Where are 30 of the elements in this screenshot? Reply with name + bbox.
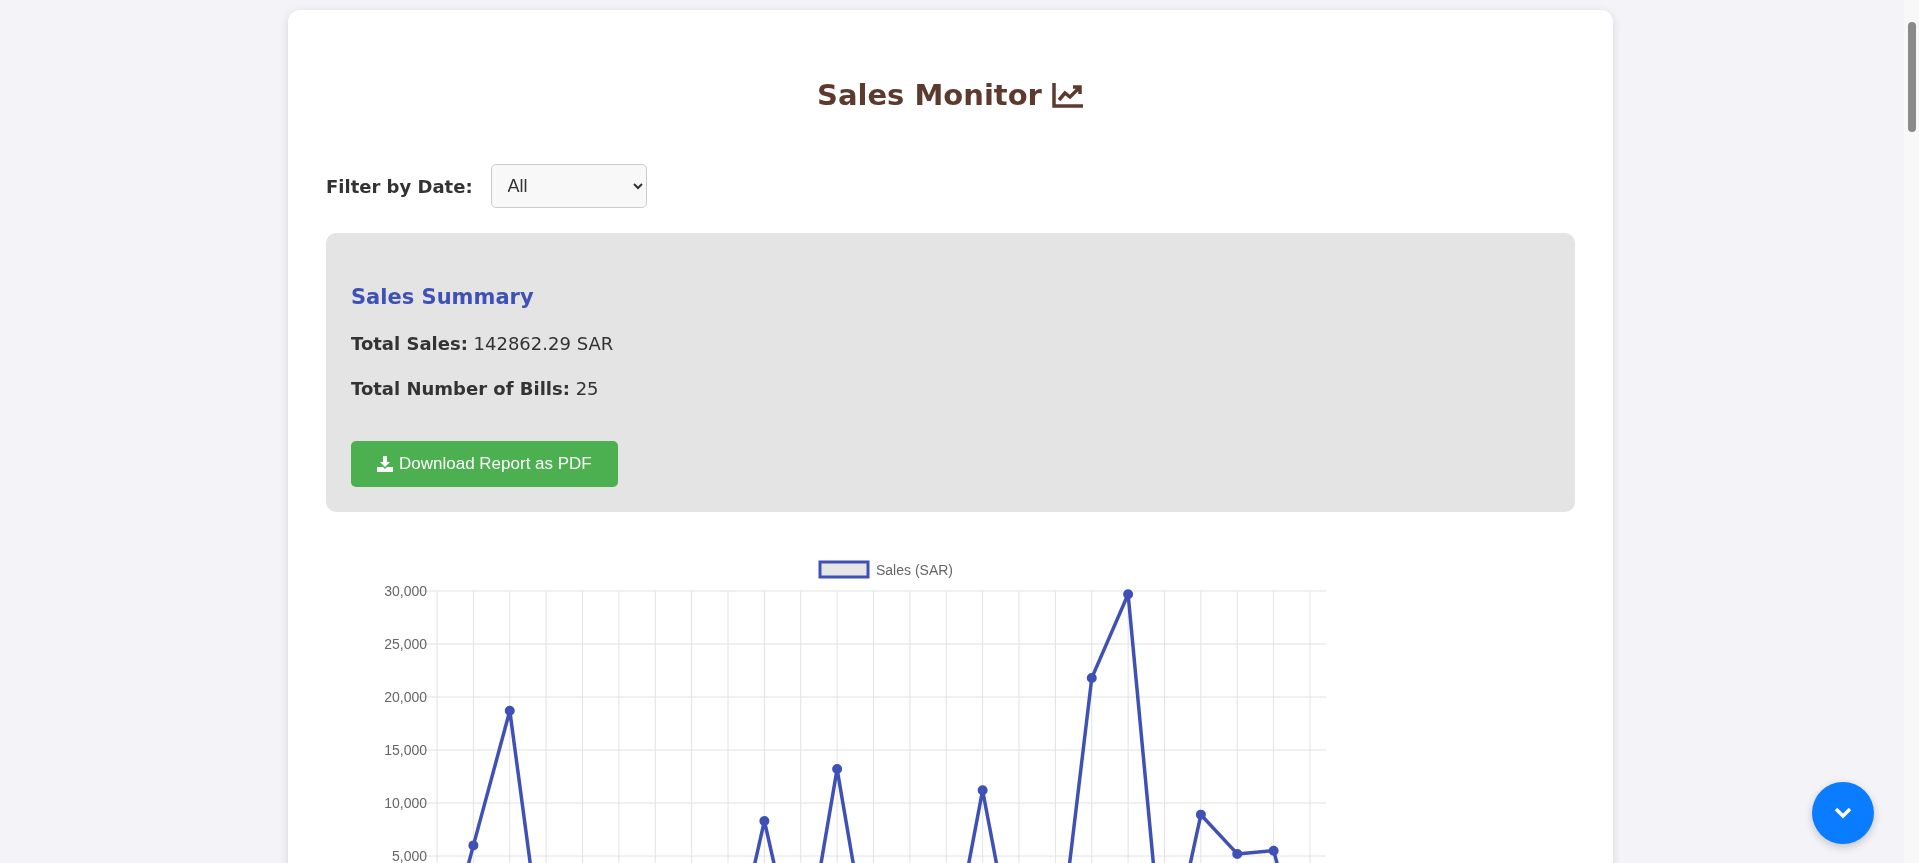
y-axis-label: 5,000 — [391, 848, 427, 863]
summary-heading: Sales Summary — [351, 285, 535, 309]
chevron-down-icon — [1834, 807, 1852, 819]
data-point — [977, 785, 988, 796]
download-icon — [377, 456, 393, 472]
filter-label: Filter by Date: — [326, 175, 473, 197]
date-filter-select[interactable]: All — [490, 164, 647, 208]
y-axis-label: 15,000 — [384, 742, 427, 758]
data-point — [468, 840, 479, 851]
line-chart-icon — [1051, 82, 1084, 108]
data-point — [832, 764, 843, 775]
data-point — [1232, 848, 1243, 859]
y-axis-label: 10,000 — [384, 795, 427, 811]
data-point — [759, 816, 770, 826]
summary-stat: Total Number of Bills: 25 — [351, 378, 600, 399]
legend-label: Sales (SAR) — [876, 562, 954, 578]
page-title: Sales Monitor — [817, 78, 1042, 112]
summary-stat: Total Sales: 142862.29 SAR — [351, 333, 615, 354]
data-point — [1086, 672, 1097, 683]
y-axis-label: 30,000 — [384, 583, 427, 599]
scrollbar-thumb[interactable] — [1908, 22, 1916, 132]
y-axis-label: 20,000 — [384, 689, 427, 705]
scrollbar[interactable] — [1904, 0, 1919, 863]
scroll-down-button[interactable] — [1812, 782, 1874, 844]
data-point — [1268, 845, 1279, 856]
data-point — [1195, 809, 1206, 820]
legend-item: Sales (SAR) — [818, 560, 954, 579]
data-point — [1123, 589, 1134, 600]
data-point — [504, 705, 515, 716]
y-axis-label: 25,000 — [384, 636, 427, 652]
